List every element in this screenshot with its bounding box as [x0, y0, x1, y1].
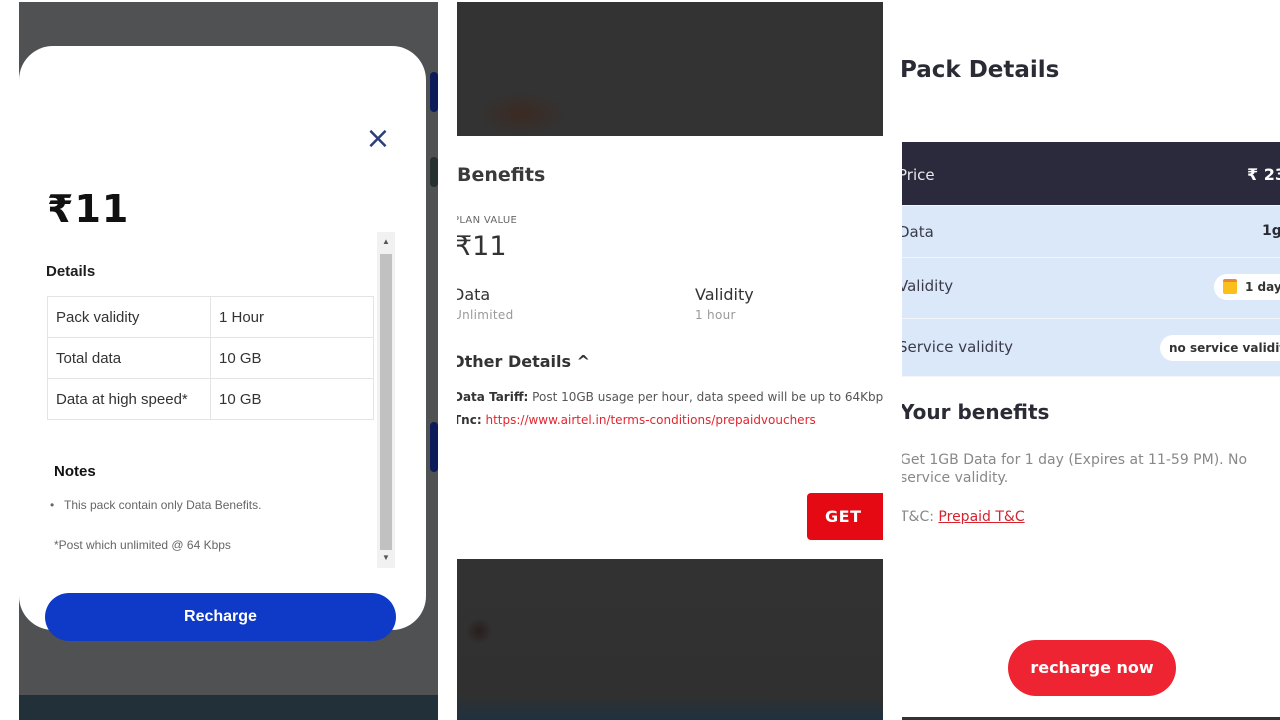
scrollbar-thumb[interactable]	[380, 254, 392, 550]
prepaid-tc-link[interactable]: Prepaid T&C	[938, 509, 1024, 525]
table-header-row: Price ₹ 23	[902, 142, 1280, 206]
background-accent	[430, 422, 438, 472]
row-label: Service validity	[902, 338, 1014, 356]
row-label: Data	[902, 223, 934, 241]
table-row: Data at high speed* 10 GB	[47, 378, 374, 420]
get-pack-button[interactable]: GET PACK	[807, 493, 883, 573]
tariff-label: Data Tariff:	[457, 390, 529, 404]
tnc-link[interactable]: https://www.airtel.in/terms-conditions/p…	[485, 413, 815, 427]
data-heading: Data	[457, 285, 491, 304]
row-value: 10 GB	[210, 337, 374, 379]
scroll-down-icon[interactable]: ▼	[377, 550, 395, 566]
row-label: Total data	[47, 337, 211, 379]
validity-value: 1 hour	[695, 308, 736, 322]
modal-scroll-content[interactable]: Details Pack validity 1 Hour Total data …	[45, 232, 395, 568]
table-row: Data 1gb	[902, 206, 1280, 258]
benefit-text: Get 1GB Data for 1 day (Expires at 11-59…	[902, 452, 1248, 486]
background-accent	[430, 157, 438, 187]
footnote: *Post which unlimited @ 64 Kbps	[54, 538, 231, 552]
bullet-icon: •	[50, 498, 55, 512]
details-heading: Details	[46, 263, 96, 280]
row-label: Validity	[902, 277, 954, 295]
close-icon[interactable]: ×	[365, 124, 391, 154]
tnc-line: Tnc: https://www.airtel.in/terms-conditi…	[457, 413, 816, 427]
chevron-up-icon: ^	[576, 352, 591, 371]
table-row: Total data 10 GB	[47, 337, 374, 379]
bottom-banner	[457, 559, 883, 720]
vi-pack-panel: × ₹11 Details Pack validity 1 Hour Total…	[19, 2, 438, 720]
tc-label: T&C:	[902, 509, 934, 525]
tariff-text: Post 10GB usage per hour, data speed wil…	[528, 390, 883, 404]
data-value: Unlimited	[457, 308, 514, 322]
calendar-icon	[1223, 279, 1237, 294]
tc-line: T&C: Prepaid T&C	[902, 509, 1025, 525]
row-value: 1 Hour	[210, 296, 374, 338]
note-text: This pack contain only Data Benefits.	[64, 498, 262, 512]
row-value: 1gb	[1262, 223, 1280, 239]
table-row: Validity 1 day	[902, 258, 1280, 319]
recharge-now-button[interactable]: recharge now	[1008, 640, 1176, 696]
row-value: 1 day	[1245, 280, 1280, 294]
pack-details-table: Price ₹ 23 Data 1gb Validity 1 day Servi…	[902, 142, 1280, 377]
plan-value-label: PLAN VALUE	[457, 215, 518, 226]
row-label: Pack validity	[47, 296, 211, 338]
top-banner	[457, 2, 883, 136]
note-item: • This pack contain only Data Benefits.	[50, 498, 261, 512]
airtel-pack-panel: Benefits PLAN VALUE ₹11 Data Unlimited V…	[457, 2, 883, 720]
jio-pack-panel: Pack Details Price ₹ 23 Data 1gb Validit…	[902, 0, 1280, 720]
benefits-heading: Your benefits	[902, 400, 1050, 424]
data-tariff: Data Tariff: Post 10GB usage per hour, d…	[457, 390, 883, 404]
scroll-up-icon[interactable]: ▲	[377, 234, 395, 250]
service-validity-pill: no service validity	[1160, 335, 1280, 361]
tnc-label: Tnc:	[457, 413, 482, 427]
pack-price: ₹11	[47, 187, 130, 231]
validity-heading: Validity	[695, 285, 754, 304]
page-title: Pack Details	[902, 57, 1060, 83]
scrollbar[interactable]: ▲ ▼	[377, 232, 395, 568]
plan-value: ₹11	[457, 231, 507, 262]
row-label: Data at high speed*	[47, 378, 211, 420]
other-details-heading: Other Details	[457, 352, 572, 371]
benefits-heading: Benefits	[457, 164, 546, 186]
row-label: Price	[902, 166, 935, 184]
row-value: no service validity	[1169, 341, 1280, 355]
table-row: Service validity no service validity	[902, 319, 1280, 377]
row-value: 10 GB	[210, 378, 374, 420]
table-row: Pack validity 1 Hour	[47, 296, 374, 338]
row-value: ₹ 23	[1247, 165, 1280, 184]
other-details-toggle[interactable]: Other Details ^	[457, 352, 590, 371]
recharge-button[interactable]: Recharge	[45, 593, 396, 641]
details-table: Pack validity 1 Hour Total data 10 GB Da…	[47, 296, 374, 420]
validity-pill: 1 day	[1214, 274, 1280, 300]
notes-heading: Notes	[54, 463, 96, 480]
background-band	[19, 695, 438, 720]
pack-details-modal: × ₹11 Details Pack validity 1 Hour Total…	[19, 46, 426, 641]
background-accent	[430, 72, 438, 112]
